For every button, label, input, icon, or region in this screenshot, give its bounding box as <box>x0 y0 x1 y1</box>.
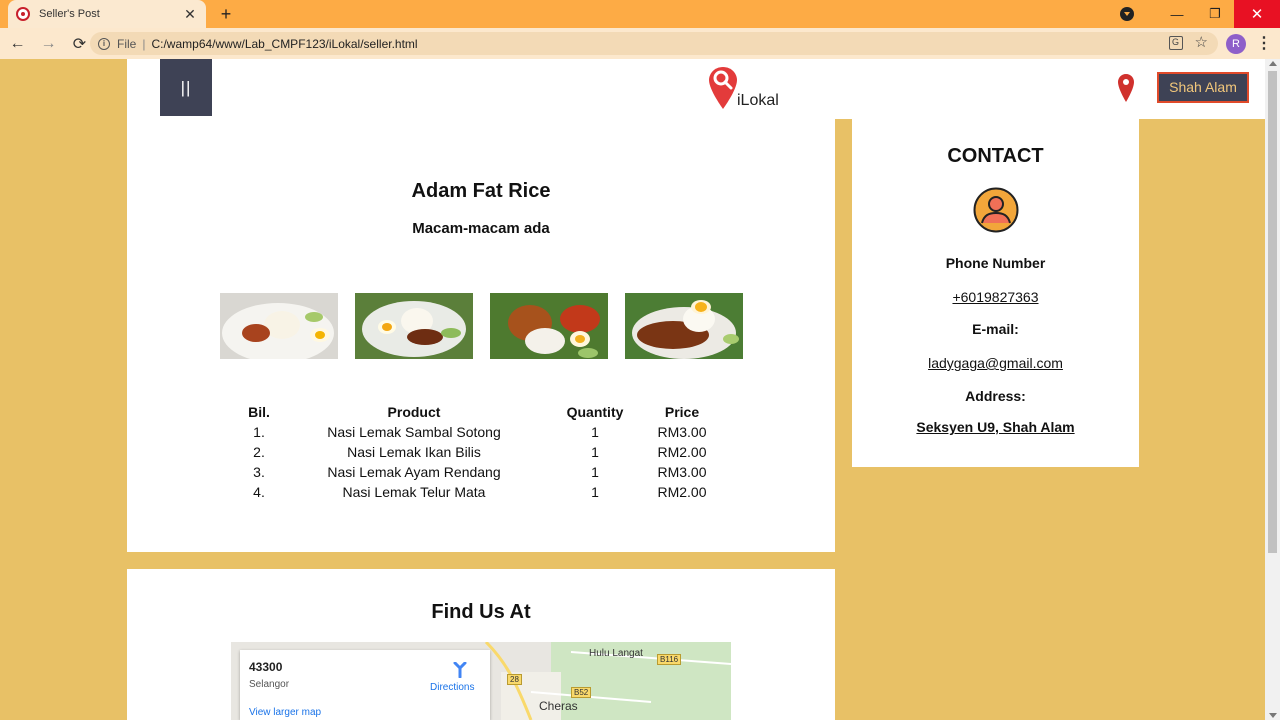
city-select-button[interactable]: Shah Alam <box>1157 72 1249 103</box>
cell-quantity: 1 <box>591 444 599 460</box>
forward-button[interactable]: → <box>35 35 62 53</box>
directions-link[interactable]: Directions <box>430 682 474 693</box>
phone-link[interactable]: +6019827363 <box>852 289 1139 305</box>
cell-product: Nasi Lemak Ayam Rendang <box>327 464 501 480</box>
cell-bil: 1. <box>253 424 265 440</box>
tab-title: Seller's Post <box>39 8 100 20</box>
reload-button[interactable]: ⟳ <box>66 34 93 54</box>
find-us-title: Find Us At <box>431 601 531 623</box>
find-us-card: Find Us At Hulu Langat Cheras B116 28 B5… <box>127 569 835 720</box>
shop-card: Adam Fat Rice Macam-macam ada Bil. Produ… <box>127 119 835 552</box>
road-badge: B116 <box>657 654 682 665</box>
product-photo <box>220 293 338 359</box>
cell-bil: 4. <box>253 484 265 500</box>
new-tab-button[interactable]: + <box>216 4 236 24</box>
table-row: 3. Nasi Lemak Ayam Rendang 1 RM3.00 <box>229 462 713 482</box>
cell-quantity: 1 <box>591 464 599 480</box>
bookmark-star-icon[interactable]: ☆ <box>1195 35 1208 51</box>
minimize-button[interactable]: — <box>1158 7 1196 22</box>
favicon-icon <box>16 7 30 21</box>
map-postcode: 43300 <box>249 660 283 674</box>
view-larger-map-link[interactable]: View larger map <box>249 707 321 718</box>
scroll-thumb[interactable] <box>1268 71 1277 553</box>
directions-icon[interactable] <box>452 662 468 678</box>
maximize-button[interactable]: ❐ <box>1196 6 1234 22</box>
cell-bil: 2. <box>253 444 265 460</box>
product-photo <box>625 293 743 359</box>
cell-quantity: 1 <box>591 484 599 500</box>
map-state: Selangor <box>249 679 290 690</box>
table-row: 4. Nasi Lemak Telur Mata 1 RM2.00 <box>229 482 713 502</box>
tab-close-button[interactable]: ✕ <box>182 6 198 23</box>
scroll-up-icon[interactable] <box>1269 61 1277 66</box>
shop-tagline: Macam-macam ada <box>412 220 550 237</box>
map-place-label: Hulu Langat <box>589 648 643 659</box>
header-price: Price <box>664 404 700 420</box>
site-header: || iLokal Shah Alam <box>127 59 1265 119</box>
product-photos <box>220 293 743 359</box>
cell-product: Nasi Lemak Ikan Bilis <box>347 444 481 460</box>
product-table: Bil. Product Quantity Price 1. Nasi Lema… <box>229 402 713 502</box>
product-photo <box>490 293 608 359</box>
cell-quantity: 1 <box>591 424 599 440</box>
cell-price: RM3.00 <box>657 464 707 480</box>
cell-product: Nasi Lemak Telur Mata <box>342 484 486 500</box>
email-label: E-mail: <box>972 321 1019 337</box>
browser-toolbar: ← → ⟳ i File | C:/wamp64/www/Lab_CMPF123… <box>0 28 1280 59</box>
map-place-label: Cheras <box>539 699 578 713</box>
cell-product: Nasi Lemak Sambal Sotong <box>327 424 501 440</box>
road-badge: B52 <box>571 687 592 698</box>
table-header-row: Bil. Product Quantity Price <box>229 402 713 422</box>
embedded-map[interactable]: Hulu Langat Cheras B116 28 B52 43300 Sel… <box>231 642 731 720</box>
phone-label: Phone Number <box>945 255 1046 271</box>
cell-bil: 3. <box>253 464 265 480</box>
browser-menu-icon[interactable]: ⋮ <box>1256 34 1272 54</box>
map-info-panel: 43300 Selangor Directions View larger ma… <box>240 650 490 720</box>
email-link[interactable]: ladygaga@gmail.com <box>852 355 1139 371</box>
header-bil: Bil. <box>248 404 270 420</box>
browser-tab-bar: Seller's Post ✕ + — ❐ ✕ <box>0 0 1280 28</box>
menu-toggle-button[interactable]: || <box>160 59 212 116</box>
cell-price: RM3.00 <box>657 424 707 440</box>
address-label: Address: <box>965 388 1026 404</box>
table-row: 1. Nasi Lemak Sambal Sotong 1 RM3.00 <box>229 422 713 442</box>
browser-tab[interactable]: Seller's Post ✕ <box>8 0 206 28</box>
contact-title: CONTACT <box>947 145 1044 167</box>
location-pin-icon <box>1118 74 1134 102</box>
info-icon[interactable]: i <box>98 37 110 50</box>
table-row: 2. Nasi Lemak Ikan Bilis 1 RM2.00 <box>229 442 713 462</box>
back-button[interactable]: ← <box>4 35 31 53</box>
header-quantity: Quantity <box>566 404 624 420</box>
logo-text: iLokal <box>737 92 779 109</box>
user-avatar-icon <box>973 187 1019 233</box>
cell-price: RM2.00 <box>657 484 707 500</box>
product-photo <box>355 293 473 359</box>
close-window-button[interactable]: ✕ <box>1234 0 1280 28</box>
url-separator: | <box>142 36 146 51</box>
road-badge: 28 <box>507 674 522 685</box>
page-scrollbar[interactable] <box>1265 59 1280 720</box>
translate-icon[interactable]: G <box>1168 36 1183 50</box>
contact-card: CONTACT Phone Number +6019827363 E-mail:… <box>852 119 1139 467</box>
header-product: Product <box>387 404 441 420</box>
address-bar[interactable]: i File | C:/wamp64/www/Lab_CMPF123/iLoka… <box>90 32 1218 55</box>
shop-title: Adam Fat Rice <box>411 180 551 202</box>
tab-search-icon[interactable] <box>1120 7 1134 21</box>
cell-price: RM2.00 <box>657 444 707 460</box>
address-link[interactable]: Seksyen U9, Shah Alam <box>852 419 1139 435</box>
url-text[interactable]: C:/wamp64/www/Lab_CMPF123/iLokal/seller.… <box>151 37 417 51</box>
scroll-down-icon[interactable] <box>1269 713 1277 718</box>
url-scheme: File <box>117 36 137 51</box>
profile-avatar[interactable]: R <box>1226 34 1246 54</box>
